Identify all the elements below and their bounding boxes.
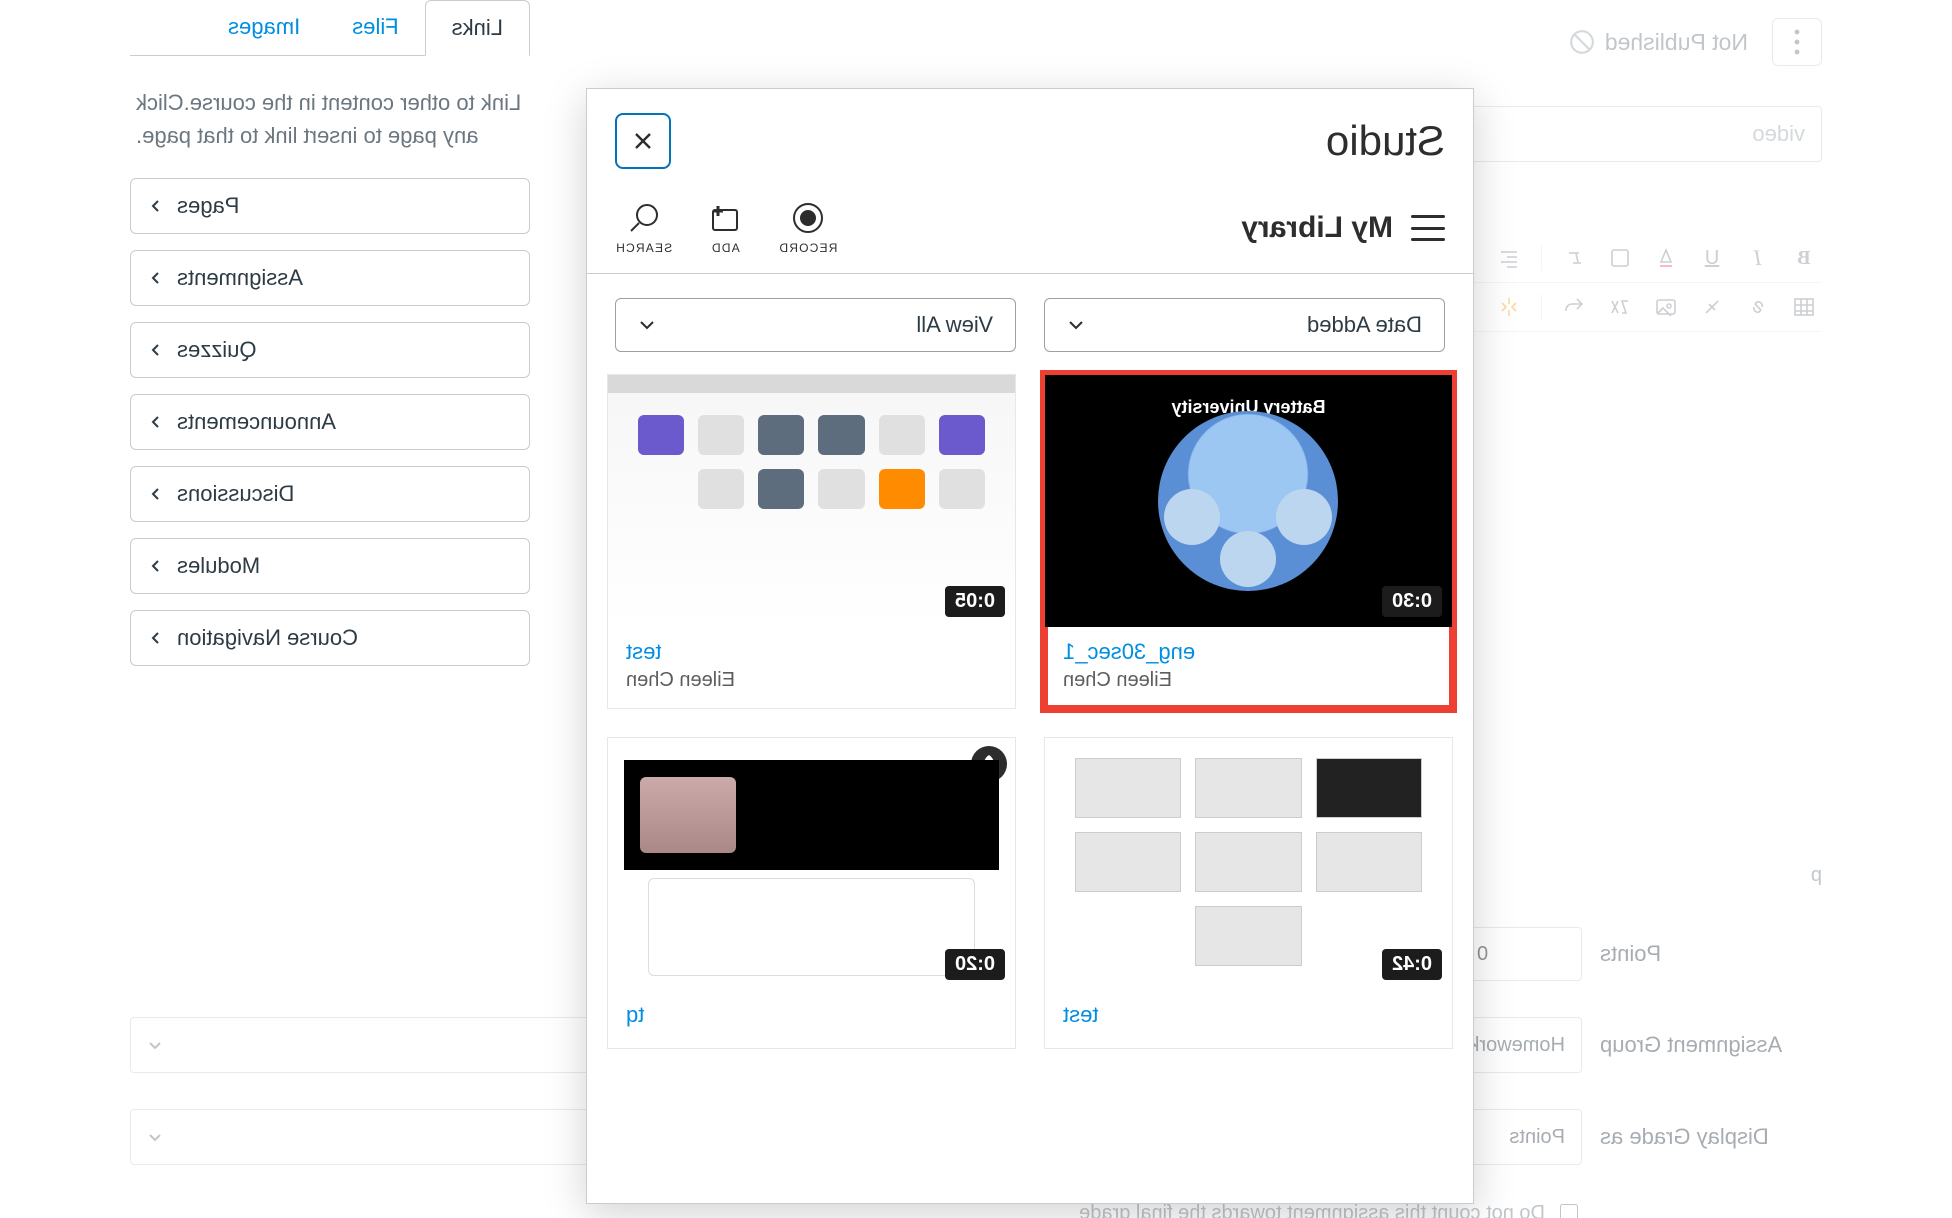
chevron-right-icon (149, 631, 163, 645)
content-panel-tabs: Links Files Images (130, 0, 530, 56)
chevron-right-icon (149, 271, 163, 285)
chevron-right-icon (149, 343, 163, 357)
media-thumbnail: 0:05 (608, 375, 1015, 627)
media-card[interactable]: 0:20 tq (607, 737, 1016, 1049)
chevron-down-icon (147, 1129, 163, 1145)
media-author: Eileen Chen (626, 669, 997, 692)
record-button[interactable]: RECORD (778, 201, 837, 255)
chevron-right-icon (149, 487, 163, 501)
italic-button[interactable]: I (1744, 244, 1772, 272)
link-category-modules[interactable]: Modules (130, 538, 530, 594)
add-media-button[interactable]: ADD (708, 201, 742, 255)
assignment-group-label: Assignment Group (1582, 1032, 1822, 1058)
chevron-down-icon (147, 1037, 163, 1053)
unlink-button[interactable] (1698, 293, 1726, 321)
media-card[interactable]: 0:05 test Eileen Chen (607, 374, 1016, 709)
view-filter[interactable]: View All (615, 298, 1016, 352)
link-categories: Pages Assignments Quizzes Announcements … (130, 178, 530, 666)
media-duration: 0:20 (945, 949, 1005, 980)
link-category-quizzes[interactable]: Quizzes (130, 322, 530, 378)
bg-color-button[interactable] (1606, 244, 1634, 272)
studio-title: Studio (1326, 117, 1445, 165)
tab-links[interactable]: Links (425, 0, 530, 56)
chevron-down-icon (638, 316, 656, 334)
studio-modal: Studio My Library RECORD ADD (586, 88, 1474, 1204)
media-card[interactable]: Battery University 0:30 eng_30sec_1 Eile… (1044, 374, 1453, 709)
library-title: My Library (1241, 211, 1393, 245)
points-label: Points (1582, 941, 1822, 967)
link-category-pages[interactable]: Pages (130, 178, 530, 234)
tab-files[interactable]: Files (326, 0, 424, 55)
chevron-right-icon (149, 199, 163, 213)
sort-filter-label: Date Added (1307, 312, 1422, 338)
media-card[interactable]: 0:42 test (1044, 737, 1453, 1049)
display-grade-label: Display Grade as (1582, 1124, 1822, 1150)
points-input[interactable] (1462, 927, 1582, 981)
media-title: test (1063, 1002, 1434, 1028)
image-button[interactable] (1652, 293, 1680, 321)
media-thumbnail: 0:20 (608, 738, 1015, 990)
search-icon (627, 201, 661, 235)
view-filter-label: View All (916, 312, 993, 338)
align-left-button[interactable] (1495, 244, 1523, 272)
kebab-icon (1794, 29, 1800, 55)
media-duration: 0:05 (945, 586, 1005, 617)
media-title: test (626, 639, 997, 665)
link-category-announcements[interactable]: Announcements (130, 394, 530, 450)
bold-button[interactable]: B (1790, 244, 1818, 272)
link-category-discussions[interactable]: Discussions (130, 466, 530, 522)
chevron-right-icon (149, 559, 163, 573)
chevron-down-icon (1067, 316, 1085, 334)
media-duration: 0:30 (1382, 586, 1442, 617)
media-title: eng_30sec_1 (1063, 639, 1434, 665)
media-grid: Battery University 0:30 eng_30sec_1 Eile… (607, 374, 1453, 1049)
table-button[interactable] (1790, 293, 1818, 321)
sort-filter[interactable]: Date Added (1044, 298, 1445, 352)
link-category-course-navigation[interactable]: Course Navigation (130, 610, 530, 666)
library-menu-button[interactable] (1411, 215, 1445, 241)
page-more-options-button[interactable] (1772, 18, 1822, 66)
media-embed-button[interactable] (1495, 293, 1523, 321)
text-color-button[interactable] (1652, 244, 1680, 272)
exclude-from-grade-checkbox[interactable] (1560, 1204, 1578, 1218)
display-grade-value: Points (1509, 1126, 1565, 1149)
search-button[interactable]: SEARCH (615, 201, 672, 255)
publish-status-label: Not Published (1605, 29, 1748, 56)
record-icon (791, 201, 825, 235)
clear-format-button[interactable] (1560, 244, 1588, 272)
tab-images[interactable]: Images (202, 0, 326, 55)
media-thumbnail: Battery University 0:30 (1045, 375, 1452, 627)
link-button[interactable] (1744, 293, 1772, 321)
chevron-right-icon (149, 415, 163, 429)
media-thumbnail: 0:42 (1045, 738, 1452, 990)
media-author: Eileen Chen (1063, 669, 1434, 692)
unpublished-icon (1569, 29, 1595, 55)
publish-status: Not Published (1569, 29, 1748, 56)
equation-button[interactable] (1606, 293, 1634, 321)
link-category-assignments[interactable]: Assignments (130, 250, 530, 306)
underline-button[interactable]: U (1698, 244, 1726, 272)
close-button[interactable] (615, 113, 671, 169)
links-help-text: Link to other content in the course.Clic… (130, 56, 530, 178)
media-title: tq (626, 1002, 997, 1028)
add-icon (708, 201, 742, 235)
undo-button[interactable] (1560, 293, 1588, 321)
insert-content-panel: Links Files Images Link to other content… (130, 0, 530, 666)
close-icon (633, 131, 653, 151)
media-duration: 0:42 (1382, 949, 1442, 980)
